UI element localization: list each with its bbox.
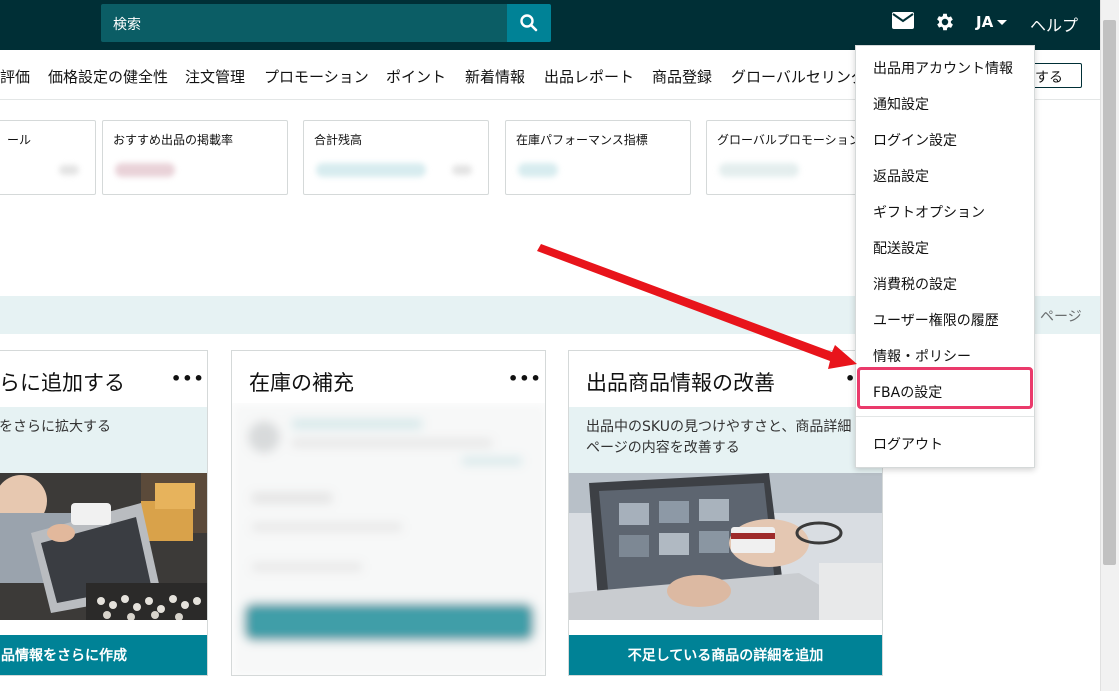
annotation-arrow-icon [537, 244, 857, 369]
seller-central-page: 検索 JA ヘルプ 評価 価格設定の健全性 注文管理 プロモーション ポイント … [0, 0, 1119, 691]
scrollbar-thumb[interactable] [1103, 20, 1116, 565]
